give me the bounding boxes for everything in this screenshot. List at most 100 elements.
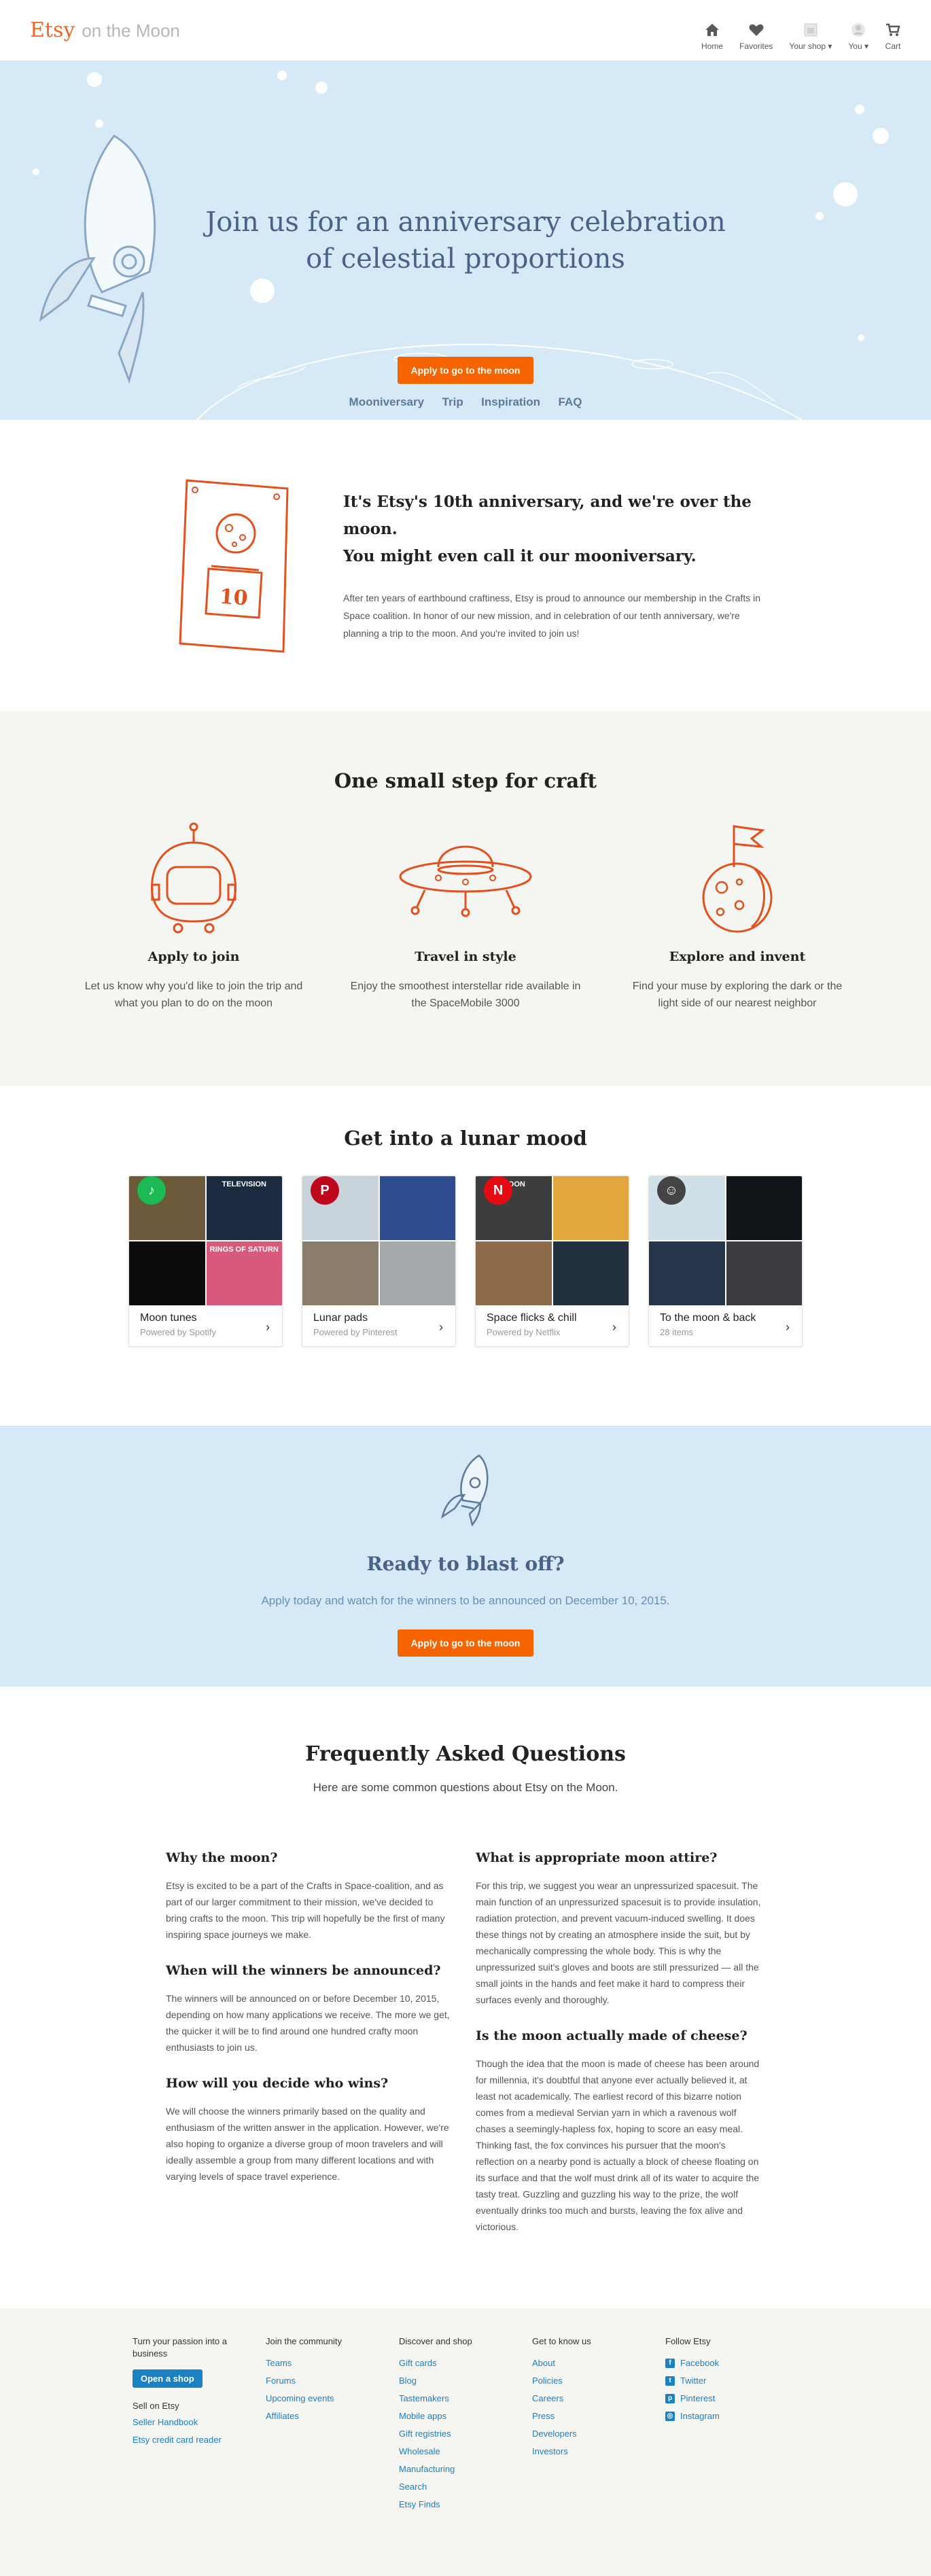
moon-flag-icon [702, 825, 773, 933]
footer-link[interactable]: Teams [266, 2354, 399, 2372]
apply-button[interactable]: Apply to go to the moon [397, 357, 534, 384]
nav-your-shop-label: Your shop ▾ [789, 41, 832, 51]
subnav-inspiration[interactable]: Inspiration [481, 395, 540, 408]
footer-social-facebook[interactable]: f Facebook [665, 2354, 798, 2372]
footer-social-pinterest[interactable]: p Pinterest [665, 2390, 798, 2407]
footer-link[interactable]: Etsy credit card reader [133, 2431, 266, 2449]
footer-subheading: Sell on Etsy [133, 2401, 179, 2411]
footer-link[interactable]: Tastemakers [399, 2390, 532, 2407]
steps-section: One small step for craft Apply to join L… [0, 711, 931, 1086]
footer-link[interactable]: Etsy Finds [399, 2496, 532, 2513]
card-thumbnail: RINGS OF SATURN [206, 1241, 282, 1305]
step-travel: Travel in style Enjoy the smoothest inte… [350, 819, 581, 1012]
card-thumbnail [726, 1176, 802, 1240]
footer-link[interactable]: Mobile apps [399, 2407, 532, 2425]
footer-link[interactable]: Policies [532, 2372, 665, 2390]
footer-link[interactable]: Seller Handbook [133, 2414, 266, 2431]
nav-cart[interactable]: Cart [885, 22, 901, 51]
faq-answer: The winners will be announced on or befo… [166, 1993, 450, 2053]
blast-text: Apply today and watch for the winners to… [261, 1594, 670, 1607]
avatar-icon [851, 22, 866, 37]
brand[interactable]: Etsy on the Moon [30, 18, 180, 42]
chevron-right-icon: › [266, 1320, 270, 1334]
footer-link[interactable]: Press [532, 2407, 665, 2425]
shop-icon [804, 23, 818, 36]
star-bubble [95, 120, 103, 128]
subnav-mooniversary[interactable]: Mooniversary [349, 395, 425, 408]
card-thumbnail [476, 1241, 552, 1305]
card-meta: Moon tunes Powered by Spotify › [129, 1305, 282, 1346]
footer-link[interactable]: Manufacturing [399, 2460, 532, 2478]
faq-answer: We will choose the winners primarily bas… [166, 2106, 449, 2182]
social-label: Pinterest [680, 2393, 716, 2403]
chevron-right-icon: › [439, 1320, 443, 1334]
footer-link[interactable]: Forums [266, 2372, 399, 2390]
anniversary-heading-line2: You might even call it our mooniversary. [343, 547, 697, 565]
card-subtitle: Powered by Spotify [140, 1327, 217, 1337]
top-nav: Home Favorites Your shop ▾ You ▾ Cart [701, 10, 901, 51]
faq-intro: Here are some common questions about Ets… [313, 1781, 618, 1794]
playlist-card[interactable]: ☺ To the moon & back 28 items › [648, 1176, 803, 1347]
brand-tagline: on the Moon [82, 20, 180, 41]
heart-icon [749, 24, 764, 36]
footer-link[interactable]: Gift registries [399, 2425, 532, 2443]
playlist-card[interactable]: P Lunar pads Powered by Pinterest › [302, 1176, 456, 1347]
thumbnail-caption: RINGS OF SATURN [209, 1246, 279, 1254]
subnav-trip[interactable]: Trip [442, 395, 463, 408]
card-title: Lunar pads [313, 1312, 368, 1324]
open-shop-button[interactable]: Open a shop [133, 2369, 203, 2388]
service-badge-icon: ☺ [657, 1176, 686, 1205]
service-badge-icon: P [311, 1176, 339, 1205]
step-apply: Apply to join Let us know why you'd like… [78, 819, 309, 1012]
card-thumbnail [379, 1176, 455, 1240]
footer-col-follow: Follow Etsy f Facebook t Twitter p Pinteres… [665, 2335, 798, 2513]
footer-link[interactable]: Careers [532, 2390, 665, 2407]
footer-social-twitter[interactable]: t Twitter [665, 2372, 798, 2390]
blast-section: Ready to blast off? Apply today and watc… [0, 1426, 931, 1687]
footer-col-sell: Turn your passion into a business Open a… [133, 2335, 266, 2513]
card-thumbnail [302, 1241, 379, 1305]
star-bubble [315, 82, 328, 94]
hero-banner: Join us for an anniversary celebration o… [0, 61, 931, 420]
card-subtitle: 28 items [660, 1327, 694, 1337]
faq-question: Why the moon? [166, 1850, 278, 1865]
nav-your-shop[interactable]: Your shop ▾ [789, 22, 832, 51]
chevron-right-icon: › [612, 1320, 616, 1334]
card-meta: To the moon & back 28 items › [649, 1305, 802, 1346]
footer-link[interactable]: About [532, 2354, 665, 2372]
card-subtitle: Powered by Netflix [487, 1327, 561, 1337]
nav-favorites[interactable]: Favorites [739, 22, 773, 51]
footer-link[interactable]: Upcoming events [266, 2390, 399, 2407]
hero-subnav: Mooniversary Trip Inspiration FAQ [0, 395, 931, 409]
apply-button-bottom[interactable]: Apply to go to the moon [397, 1629, 534, 1657]
etsy-logo[interactable]: Etsy [30, 18, 75, 42]
footer-link[interactable]: Wholesale [399, 2443, 532, 2460]
star-bubble [277, 71, 287, 80]
nav-you-label: You ▾ [848, 41, 868, 51]
twitter-icon: t [665, 2376, 675, 2386]
card-thumbnail [726, 1241, 802, 1305]
footer-link[interactable]: Developers [532, 2425, 665, 2443]
footer-link[interactable]: Investors [532, 2443, 665, 2460]
card-meta: Lunar pads Powered by Pinterest › [302, 1305, 455, 1346]
footer-col-about: Get to know us About Policies Careers Pr… [532, 2335, 665, 2513]
playlist-card[interactable]: ♪ TELEVISION RINGS OF SATURN Moon tunes Powe… [128, 1176, 283, 1347]
subnav-faq[interactable]: FAQ [559, 395, 582, 408]
card-meta: Space flicks & chill Powered by Netflix › [476, 1305, 629, 1346]
step-apply-text: Let us know why you'd like to join the t… [84, 981, 303, 1009]
footer-link[interactable]: Affiliates [266, 2407, 399, 2425]
card-thumbnail [552, 1176, 629, 1240]
footer-link[interactable]: Gift cards [399, 2354, 532, 2372]
star-bubble [855, 105, 864, 114]
footer-link[interactable]: Blog [399, 2372, 532, 2390]
footer-social-instagram[interactable]: ◎ Instagram [665, 2407, 798, 2425]
star-bubble [873, 128, 889, 144]
playlist-card[interactable]: N MOON Space flicks & chill Powered by Netf… [475, 1176, 629, 1347]
anniversary-body: After ten years of earthbound craftiness… [343, 593, 760, 639]
nav-home[interactable]: Home [701, 22, 723, 51]
blast-title: Ready to blast off? [366, 1553, 565, 1575]
steps-title: One small step for craft [334, 769, 597, 792]
hero-title-line2: of celestial proportions [306, 243, 625, 275]
footer-link[interactable]: Search [399, 2478, 532, 2496]
nav-you[interactable]: You ▾ [848, 22, 868, 51]
